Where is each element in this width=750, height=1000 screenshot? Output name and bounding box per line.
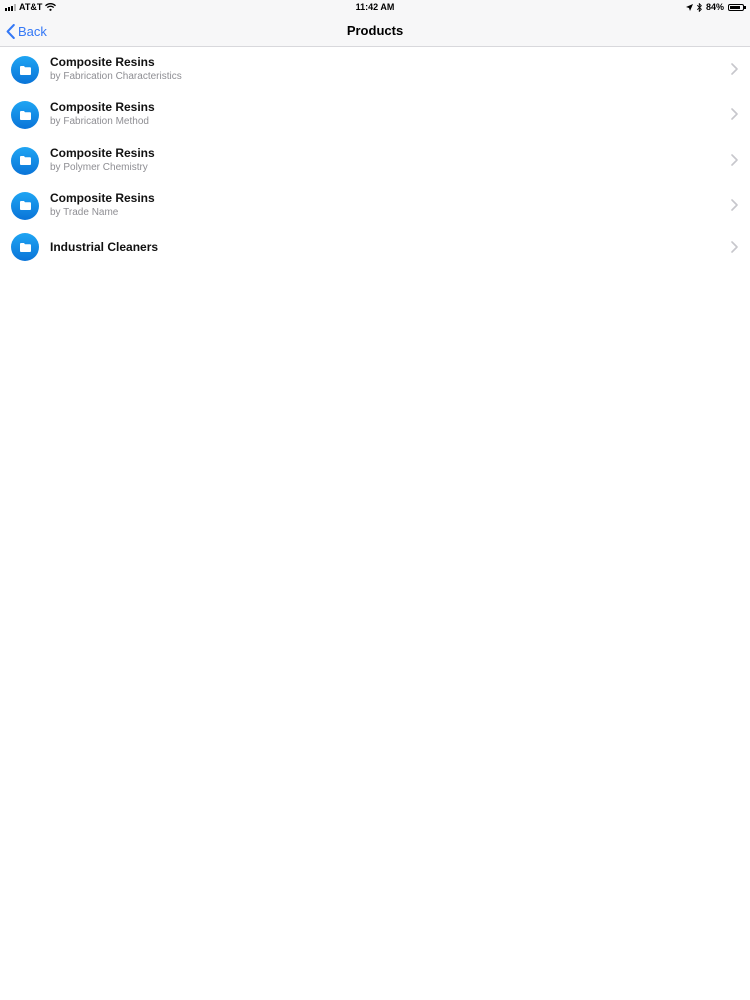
list-item-composite-resins-fabrication-characteristics[interactable]: Composite Resins by Fabrication Characte…	[0, 47, 750, 92]
battery-percent: 84%	[705, 2, 724, 12]
list-item-title: Composite Resins	[50, 55, 155, 69]
list-item-title: Composite Resins	[50, 100, 155, 115]
list-item-composite-resins-polymer-chemistry[interactable]: Composite Resins by Polymer Chemistry	[0, 138, 750, 183]
folder-icon	[11, 56, 39, 84]
list-item-subtitle: by Fabrication Method	[50, 116, 149, 128]
list-item-text: Composite Resins by Polymer Chemistry	[50, 146, 155, 175]
folder-icon	[11, 146, 39, 175]
list-item-industrial-cleaners[interactable]: Industrial Cleaners	[0, 228, 750, 268]
list-item-text: Industrial Cleaners	[50, 240, 158, 254]
battery-fill	[730, 5, 741, 9]
chevron-right-icon	[731, 153, 738, 166]
bluetooth-icon	[696, 2, 702, 12]
list-item-composite-resins-fabrication-method[interactable]: Composite Resins by Fabrication Method	[0, 92, 750, 137]
status-time: 11:42 AM	[355, 2, 395, 12]
list-item-text: Composite Resins by Trade Name	[50, 191, 155, 220]
chevron-right-icon	[731, 63, 738, 75]
chevron-right-icon	[731, 108, 738, 121]
page-title: Products	[346, 23, 404, 38]
list-item-text: Composite Resins by Fabrication Method	[50, 100, 155, 129]
list-item-text: Composite Resins by Fabrication Characte…	[50, 55, 182, 84]
product-list: Composite Resins by Fabrication Characte…	[0, 47, 750, 268]
top-bar: AT&T 11:42 AM 84% Back Products	[0, 0, 750, 47]
list-item-title: Composite Resins	[50, 190, 155, 205]
battery-icon	[728, 3, 746, 11]
status-bar: AT&T 11:42 AM 84%	[0, 0, 750, 15]
list-item-title: Composite Resins	[50, 145, 155, 160]
list-item-title: Industrial Cleaners	[50, 240, 159, 255]
status-right: 84%	[685, 2, 746, 12]
chevron-right-icon	[731, 241, 738, 253]
location-arrow-icon	[685, 3, 693, 11]
chevron-right-icon	[731, 199, 738, 211]
list-item-composite-resins-trade-name[interactable]: Composite Resins by Trade Name	[0, 183, 750, 228]
list-item-subtitle: by Trade Name	[50, 206, 119, 218]
folder-icon	[11, 101, 39, 130]
folder-icon	[11, 191, 39, 220]
list-item-subtitle: by Fabrication Characteristics	[50, 71, 182, 82]
list-item-subtitle: by Polymer Chemistry	[50, 161, 148, 173]
folder-icon	[11, 233, 39, 262]
navigation-bar: Back Products	[0, 15, 750, 47]
